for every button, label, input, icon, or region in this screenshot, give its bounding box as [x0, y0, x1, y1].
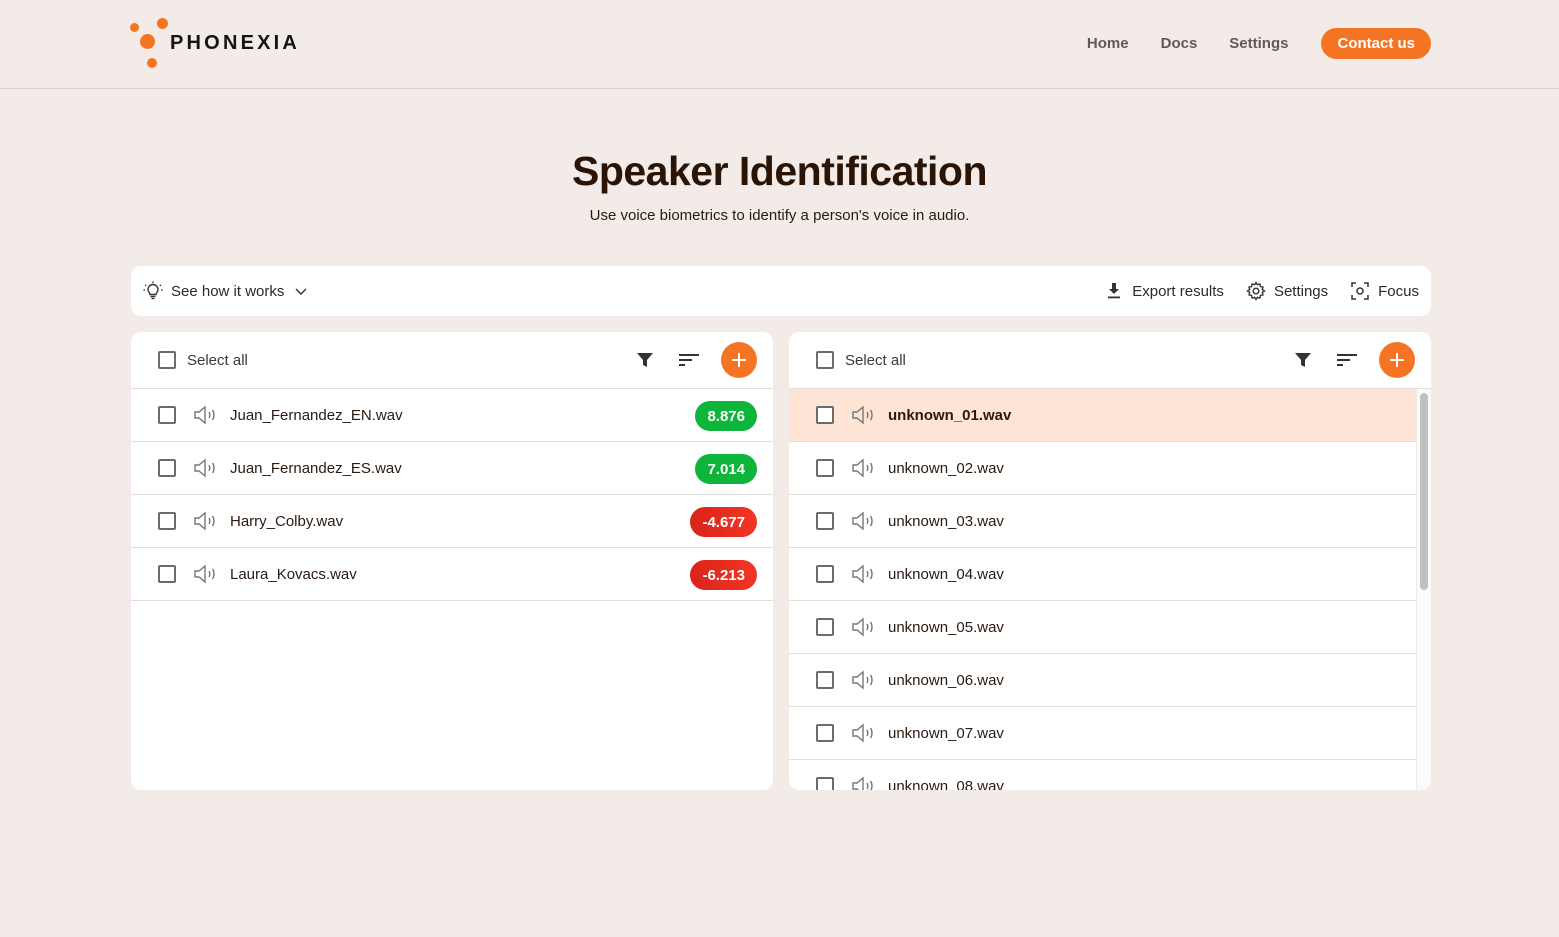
logo-dot: [157, 18, 168, 29]
row-checkbox[interactable]: [816, 724, 834, 742]
chevron-down-icon: [294, 286, 308, 296]
score-badge: 7.014: [695, 454, 757, 484]
logo-dot: [147, 58, 157, 68]
speaker-play-icon[interactable]: [193, 458, 219, 478]
scrollbar-thumb[interactable]: [1420, 393, 1428, 590]
unknown-recordings-panel: Select all unknown_01.wav unknown_02.wav u…: [789, 332, 1431, 790]
contact-us-button[interactable]: Contact us: [1321, 28, 1431, 59]
speaker-play-icon[interactable]: [193, 405, 219, 425]
logo-dot: [140, 34, 155, 49]
row-checkbox[interactable]: [816, 777, 834, 790]
focus-icon: [1350, 281, 1370, 301]
file-name: unknown_08.wav: [888, 777, 1004, 791]
score-badge: 8.876: [695, 401, 757, 431]
file-name: unknown_04.wav: [888, 565, 1004, 583]
file-name: Juan_Fernandez_ES.wav: [230, 459, 402, 477]
filter-icon[interactable]: [1291, 348, 1315, 372]
enrolled-speakers-panel: Select all Juan_Fernandez_EN.wav 8.876 Jua…: [131, 332, 773, 790]
top-navigation-bar: PHONEXIA Home Docs Settings Contact us: [0, 0, 1559, 89]
list-item[interactable]: unknown_08.wav: [789, 760, 1416, 790]
list-item[interactable]: unknown_03.wav: [789, 495, 1416, 548]
nav-home-link[interactable]: Home: [1087, 35, 1129, 52]
list-item[interactable]: unknown_01.wav: [789, 389, 1416, 442]
page-title: Speaker Identification: [571, 148, 988, 194]
list-item[interactable]: unknown_06.wav: [789, 654, 1416, 707]
nav-settings-link[interactable]: Settings: [1229, 35, 1288, 52]
file-name: Laura_Kovacs.wav: [230, 565, 357, 583]
list-item[interactable]: unknown_07.wav: [789, 707, 1416, 760]
list-item[interactable]: Harry_Colby.wav -4.677: [131, 495, 773, 548]
logo-dot: [130, 23, 139, 32]
list-item[interactable]: unknown_05.wav: [789, 601, 1416, 654]
list-item[interactable]: Juan_Fernandez_EN.wav 8.876: [131, 389, 773, 442]
export-results-button[interactable]: Export results: [1104, 281, 1224, 301]
tool-toolbar: See how it works Export results Settings: [131, 266, 1431, 316]
speaker-play-icon[interactable]: [851, 617, 877, 637]
score-badge: -4.677: [690, 507, 757, 537]
row-checkbox[interactable]: [816, 459, 834, 477]
speaker-play-icon[interactable]: [851, 458, 877, 478]
page-subtitle: Use voice biometrics to identify a perso…: [589, 207, 970, 224]
see-how-it-works-label: See how it works: [171, 282, 285, 300]
focus-label: Focus: [1378, 282, 1419, 300]
speaker-play-icon[interactable]: [851, 670, 877, 690]
see-how-it-works-dropdown[interactable]: See how it works: [143, 281, 308, 301]
lightbulb-icon: [143, 281, 163, 301]
panel-header: Select all: [789, 332, 1431, 389]
logo-wordmark: PHONEXIA: [170, 32, 301, 54]
add-recording-button[interactable]: [1379, 342, 1415, 378]
settings-label: Settings: [1273, 282, 1329, 300]
filter-icon[interactable]: [633, 348, 657, 372]
unknown-recordings-list: unknown_01.wav unknown_02.wav unknown_03.w…: [789, 389, 1416, 790]
main-nav: Home Docs Settings Contact us: [1087, 28, 1431, 59]
speaker-play-icon[interactable]: [851, 723, 877, 743]
row-checkbox[interactable]: [816, 671, 834, 689]
gear-icon: [1246, 281, 1266, 301]
speaker-play-icon[interactable]: [193, 564, 219, 584]
list-item[interactable]: Juan_Fernandez_ES.wav 7.014: [131, 442, 773, 495]
list-item[interactable]: unknown_04.wav: [789, 548, 1416, 601]
add-speaker-button[interactable]: [721, 342, 757, 378]
score-badge: -6.213: [690, 560, 757, 590]
speaker-play-icon[interactable]: [193, 511, 219, 531]
download-icon: [1104, 281, 1124, 301]
focus-button[interactable]: Focus: [1350, 281, 1419, 301]
select-all-checkbox[interactable]: [158, 351, 176, 369]
speaker-play-icon[interactable]: [851, 776, 877, 790]
row-checkbox[interactable]: [816, 406, 834, 424]
select-all-label: Select all: [187, 351, 248, 369]
row-checkbox[interactable]: [816, 618, 834, 636]
panel-header: Select all: [131, 332, 773, 389]
list-item[interactable]: Laura_Kovacs.wav -6.213: [131, 548, 773, 601]
speaker-play-icon[interactable]: [851, 405, 877, 425]
file-name: unknown_05.wav: [888, 618, 1004, 636]
select-all-label: Select all: [845, 351, 906, 369]
sort-icon[interactable]: [677, 348, 701, 372]
scrollbar-track[interactable]: [1416, 389, 1431, 790]
row-checkbox[interactable]: [816, 512, 834, 530]
sort-icon[interactable]: [1335, 348, 1359, 372]
row-checkbox[interactable]: [158, 512, 176, 530]
file-name: unknown_01.wav: [888, 406, 1012, 424]
file-name: unknown_02.wav: [888, 459, 1004, 477]
speaker-play-icon[interactable]: [851, 511, 877, 531]
nav-docs-link[interactable]: Docs: [1161, 35, 1198, 52]
list-item[interactable]: unknown_02.wav: [789, 442, 1416, 495]
file-name: Harry_Colby.wav: [230, 512, 344, 530]
row-checkbox[interactable]: [158, 565, 176, 583]
file-name: unknown_07.wav: [888, 724, 1004, 742]
speaker-play-icon[interactable]: [851, 564, 877, 584]
export-results-label: Export results: [1132, 282, 1224, 300]
enrolled-speakers-list: Juan_Fernandez_EN.wav 8.876 Juan_Fernandez…: [131, 389, 773, 601]
select-all-checkbox[interactable]: [816, 351, 834, 369]
row-checkbox[interactable]: [158, 406, 176, 424]
phonexia-logo[interactable]: PHONEXIA: [130, 17, 305, 71]
settings-button[interactable]: Settings: [1246, 281, 1328, 301]
file-name: unknown_06.wav: [888, 671, 1004, 689]
file-name: unknown_03.wav: [888, 512, 1004, 530]
row-checkbox[interactable]: [816, 565, 834, 583]
row-checkbox[interactable]: [158, 459, 176, 477]
file-name: Juan_Fernandez_EN.wav: [230, 406, 403, 424]
